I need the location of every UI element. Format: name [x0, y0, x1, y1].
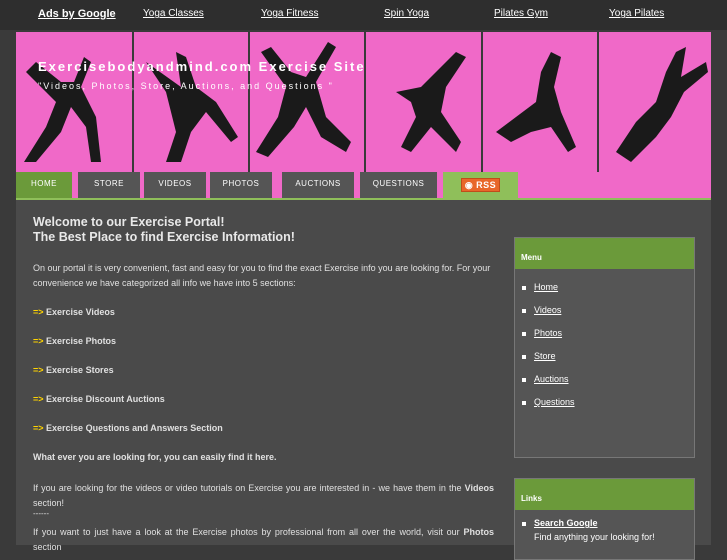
nav-tab-store[interactable]: STORE [78, 172, 140, 198]
section-item: => Exercise Stores [33, 363, 494, 378]
ad-link-yoga-fitness[interactable]: Yoga Fitness [261, 8, 318, 19]
section-item: => Exercise Photos [33, 334, 494, 349]
welcome-heading: Welcome to our Exercise Portal! [33, 215, 225, 229]
bullet-icon [522, 400, 526, 405]
menu-title: Menu [515, 238, 694, 269]
videos-tail: section! [33, 498, 65, 508]
photos-text: If you want to just have a look at the E… [33, 527, 460, 537]
links-desc: Find anything your looking for! [534, 532, 655, 542]
section-item: => Exercise Questions and Answers Sectio… [33, 421, 494, 436]
site-title: Exercisebodyandmind.com Exercise Site [38, 59, 366, 74]
menu-item-home: Home [522, 276, 694, 299]
section-label: Exercise Stores [46, 365, 114, 375]
menu-link-videos[interactable]: Videos [534, 305, 561, 315]
search-google-link[interactable]: Search Google [534, 518, 598, 528]
intro-paragraph: On our portal it is very convenient, fas… [33, 263, 491, 288]
videos-text: If you are looking for the videos or vid… [33, 483, 462, 493]
bullet-icon [522, 331, 526, 336]
menu-item-auctions: Auctions [522, 368, 694, 391]
ads-bar: Ads by Google Yoga Classes Yoga Fitness … [0, 0, 727, 30]
section-item: => Exercise Discount Auctions [33, 392, 494, 407]
section-label: Exercise Discount Auctions [46, 394, 165, 404]
photos-link[interactable]: Photos [463, 527, 494, 537]
ads-by-google-link[interactable]: Ads by Google [38, 8, 116, 20]
arrow-icon: => [33, 394, 44, 404]
sidebar-links-box: Links Search Google Find anything your l… [514, 478, 695, 560]
content-area: Welcome to our Exercise Portal! The Best… [16, 200, 711, 560]
menu-link-questions[interactable]: Questions [534, 397, 575, 407]
section-label: Exercise Photos [46, 336, 117, 346]
section-label: Exercise Questions and Answers Section [46, 423, 223, 433]
dash-separator: ------ [33, 509, 49, 518]
sidebar-menu-box: Menu Home Videos Photos Store Auctions Q… [514, 237, 695, 458]
bullet-icon [522, 377, 526, 382]
ad-link-pilates-gym[interactable]: Pilates Gym [494, 8, 548, 19]
rss-button[interactable]: ◉ RSS [443, 172, 518, 198]
links-list: Search Google Find anything your looking… [515, 510, 694, 544]
site-subtitle: "Videos, Photos, Store, Auctions, and Qu… [38, 81, 334, 91]
arrow-icon: => [33, 365, 44, 375]
photos-paragraph: If you want to just have a look at the E… [33, 525, 494, 555]
nav-tab-auctions[interactable]: AUCTIONS [282, 172, 354, 198]
rss-label: RSS [476, 180, 497, 190]
tagline-heading: The Best Place to find Exercise Informat… [33, 230, 295, 244]
main-nav: HOME STORE VIDEOS PHOTOS AUCTIONS QUESTI… [16, 172, 711, 198]
arrow-icon: => [33, 336, 44, 346]
photos-tail: section [33, 542, 62, 552]
nav-tab-home[interactable]: HOME [16, 172, 72, 198]
links-title: Links [515, 479, 694, 510]
section-label: Exercise Videos [46, 307, 115, 317]
menu-item-store: Store [522, 345, 694, 368]
nav-tab-videos[interactable]: VIDEOS [144, 172, 206, 198]
whatever-text: What ever you are looking for, you can e… [33, 452, 277, 462]
menu-link-auctions[interactable]: Auctions [534, 374, 569, 384]
nav-tab-questions[interactable]: QUESTIONS [360, 172, 437, 198]
ad-link-yoga-classes[interactable]: Yoga Classes [143, 8, 204, 19]
bullet-icon [522, 308, 526, 313]
arrow-icon: => [33, 307, 44, 317]
links-item-search-google: Search Google Find anything your looking… [522, 516, 694, 544]
menu-item-questions: Questions [522, 391, 694, 414]
videos-link[interactable]: Videos [465, 483, 494, 493]
ad-link-spin-yoga[interactable]: Spin Yoga [384, 8, 429, 19]
menu-link-home[interactable]: Home [534, 282, 558, 292]
main-column: Welcome to our Exercise Portal! The Best… [33, 215, 494, 555]
bullet-icon [522, 354, 526, 359]
header-banner: Exercisebodyandmind.com Exercise Site "V… [16, 32, 711, 172]
menu-item-photos: Photos [522, 322, 694, 345]
dancer-silhouettes-image [24, 42, 708, 162]
ad-link-yoga-pilates[interactable]: Yoga Pilates [609, 8, 664, 19]
arrow-icon: => [33, 423, 44, 433]
menu-link-store[interactable]: Store [534, 351, 556, 361]
nav-tab-photos[interactable]: PHOTOS [210, 172, 272, 198]
section-item: => Exercise Videos [33, 305, 494, 320]
menu-link-photos[interactable]: Photos [534, 328, 562, 338]
menu-item-videos: Videos [522, 299, 694, 322]
videos-paragraph: If you are looking for the videos or vid… [33, 481, 494, 511]
bullet-icon [522, 285, 526, 290]
rss-icon: ◉ RSS [460, 178, 501, 192]
menu-list: Home Videos Photos Store Auctions Questi… [515, 269, 694, 414]
bullet-icon [522, 521, 526, 526]
